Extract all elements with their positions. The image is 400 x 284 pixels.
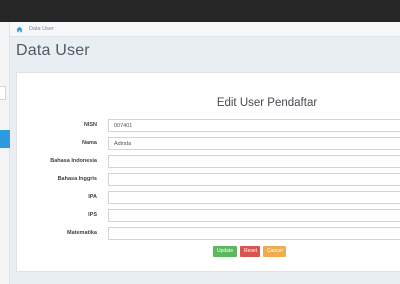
nisn-row: NISN [17, 119, 400, 133]
nisn-input[interactable] [108, 119, 400, 132]
top-navbar [0, 0, 400, 22]
ips-label: IPS [88, 212, 97, 218]
ipa-row: IPA [17, 191, 400, 205]
home-icon[interactable] [15, 25, 23, 33]
form-title: Edit User Pendaftar [216, 97, 318, 109]
bahasa-indonesia-label: Bahasa Indonesia [50, 158, 97, 164]
nisn-label: NISN [83, 122, 97, 128]
edit-form-panel: Edit User Pendaftar NISN Nama Bahasa Ind… [16, 72, 400, 272]
matematika-row: Matematika [17, 227, 400, 241]
nama-label: Nama [82, 140, 97, 146]
bahasa-indonesia-input[interactable] [108, 155, 400, 168]
ips-row: IPS [17, 209, 400, 223]
form-actions: Update Reset Cancel [213, 246, 286, 257]
bahasa-inggris-input[interactable] [108, 173, 400, 186]
reset-button[interactable]: Reset [240, 246, 260, 257]
sidebar-toggle[interactable] [0, 86, 6, 100]
cancel-button[interactable]: Cancel [263, 246, 286, 257]
matematika-input[interactable] [108, 227, 400, 240]
sidebar [0, 22, 10, 284]
nama-input[interactable] [108, 137, 400, 150]
bahasa-inggris-row: Bahasa Inggris [17, 173, 400, 187]
ipa-input[interactable] [108, 191, 400, 204]
bahasa-indonesia-row: Bahasa Indonesia [17, 155, 400, 169]
bahasa-inggris-label: Bahasa Inggris [57, 176, 97, 182]
page-title: Data User [16, 42, 90, 59]
matematika-label: Matematika [67, 230, 97, 236]
breadcrumb: Data User [10, 22, 400, 37]
sidebar-active-item[interactable] [0, 130, 10, 148]
nama-row: Nama [17, 137, 400, 151]
ips-input[interactable] [108, 209, 400, 222]
update-button[interactable]: Update [213, 246, 237, 257]
breadcrumb-current: Data User [29, 26, 54, 32]
ipa-label: IPA [88, 194, 97, 200]
